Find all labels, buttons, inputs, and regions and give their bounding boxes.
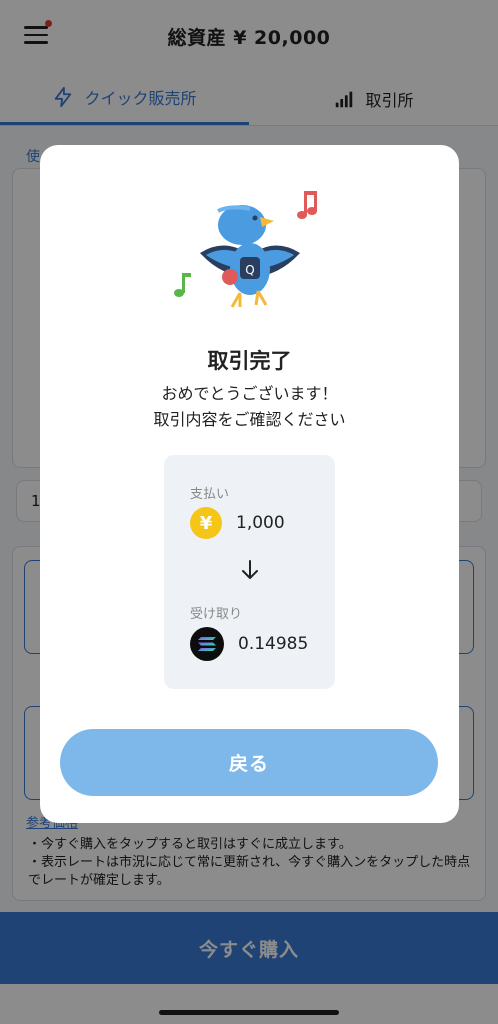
payment-amount: 1,000 [236,513,285,533]
back-button[interactable]: 戻る [60,729,438,796]
arrow-down-icon [242,560,258,579]
modal-backdrop-bottom [0,984,498,1024]
dialog-message-line2: 取引内容をご確認ください [153,410,346,429]
trade-summary: 支払い ¥ 1,000 受け取り 0.14985 [164,455,335,689]
dialog-message-line1: おめでとうございます！ [161,384,338,403]
music-note-icon [174,273,191,297]
receive-row: 0.14985 [190,627,308,661]
payment-label: 支払い [190,487,230,502]
yen-coin-icon: ¥ [190,507,222,539]
receive-amount: 0.14985 [238,634,309,654]
trade-complete-dialog: Q 取引完了 おめでとうございます！ 取引内容をご確認ください 支払い ¥ 1,… [40,145,459,823]
payment-row: ¥ 1,000 [190,507,285,539]
music-note-icon [297,191,317,219]
bird-mascot-illustration: Q [174,191,317,308]
home-indicator [159,1010,339,1015]
dialog-message: おめでとうございます！ 取引内容をご確認ください [40,381,459,433]
dialog-title: 取引完了 [207,349,292,373]
receive-label: 受け取り [190,607,243,622]
solana-icon [190,627,224,661]
svg-text:Q: Q [245,263,254,277]
